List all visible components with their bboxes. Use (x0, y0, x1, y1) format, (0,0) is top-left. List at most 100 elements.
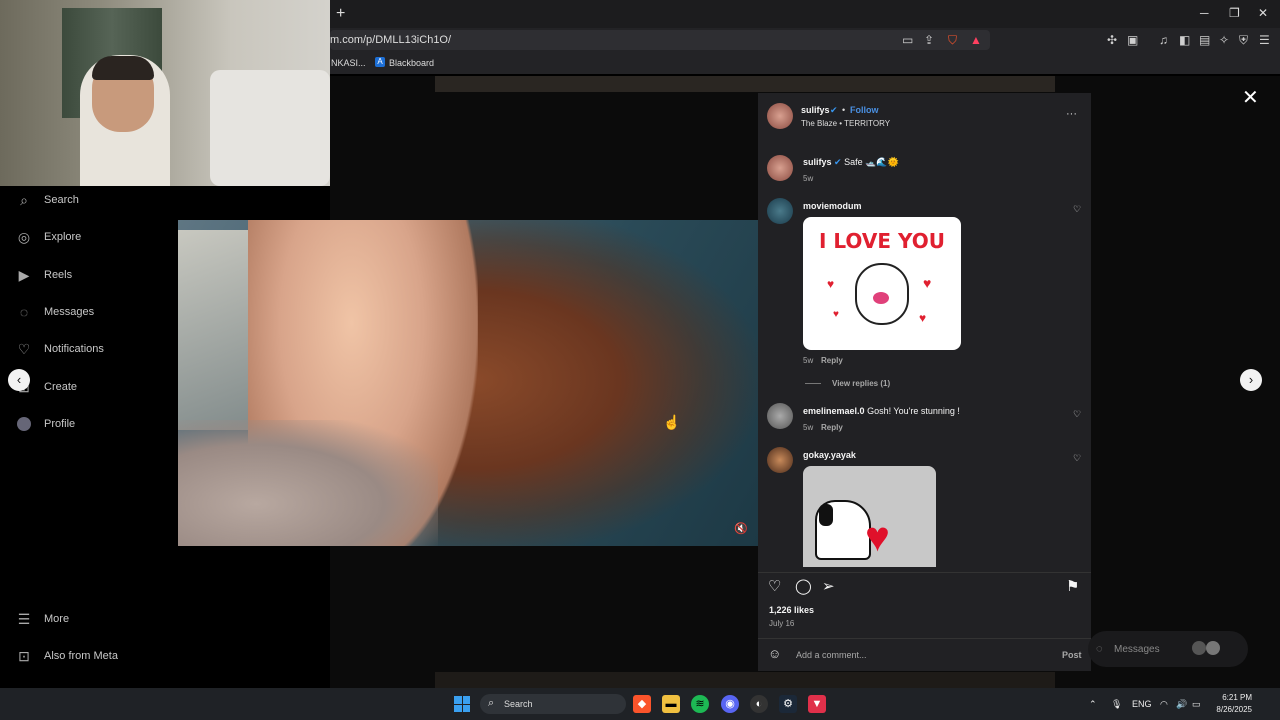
panel-divider (758, 572, 1091, 573)
avatar-icon (16, 416, 32, 432)
taskbar-search[interactable] (480, 694, 626, 714)
comment-body: emelinemael.0 Gosh! You're stunning ! (803, 406, 960, 416)
comment-avatar[interactable] (767, 447, 793, 473)
minimize-button[interactable]: ─ (1200, 6, 1209, 20)
file-explorer-icon[interactable]: ▬ (662, 695, 680, 713)
sidebar-item-notifications[interactable]: ♡ Notifications (16, 339, 104, 359)
tray-overflow-icon[interactable]: ⌃ (1089, 699, 1097, 710)
audio-track[interactable]: The Blaze • TERRITORY (801, 119, 890, 128)
close-modal-button[interactable]: ✕ (1242, 85, 1259, 110)
menu-icon: ☰ (17, 610, 31, 627)
comment-input[interactable]: Add a comment... (796, 650, 867, 660)
extensions-icon[interactable]: ✣ (1107, 33, 1117, 47)
caption-username[interactable]: sulifys (803, 157, 832, 167)
messenger-icon: ◌ (19, 304, 29, 320)
sidebar-item-more[interactable]: ☰ More (16, 609, 69, 629)
author-username[interactable]: sulifys (801, 105, 830, 115)
sidebar-toggle-icon[interactable]: ◧ (1179, 33, 1190, 47)
brave-icon[interactable]: ◆ (633, 695, 651, 713)
microphone-icon[interactable]: 🎙 (1111, 699, 1122, 710)
comment-avatar[interactable] (767, 403, 793, 429)
post-comment-button[interactable]: Post (1062, 650, 1082, 660)
emoji-icon[interactable]: ☺ (768, 646, 781, 661)
url-text[interactable]: m.com/p/DMLL13iCh1O/ (330, 34, 451, 46)
comment-username[interactable]: moviemodum (803, 201, 862, 211)
compass-icon: ◎ (17, 228, 31, 245)
comment-time: 5w (803, 356, 814, 365)
language-indicator[interactable]: ENG (1132, 699, 1152, 709)
follow-button[interactable]: Follow (850, 105, 879, 115)
share-send-icon[interactable]: ➢ (822, 577, 835, 595)
brave-shield-icon[interactable]: ⛉ (948, 33, 957, 48)
vpn-icon[interactable]: ⛨ (1239, 33, 1248, 48)
caption-text: Safe 🛥️🌊🌞 (844, 157, 899, 167)
comment-bubble-icon[interactable]: ◯ (795, 577, 812, 595)
leo-ai-icon[interactable]: ✧ (1219, 33, 1229, 47)
sidebar-item-search[interactable]: ⌕ Search (16, 190, 79, 210)
like-comment-heart-icon[interactable]: ♡ (1073, 453, 1081, 464)
comment-username[interactable]: gokay.yayak (803, 450, 856, 460)
cast-icon[interactable]: ▭ (902, 33, 913, 47)
likes-count[interactable]: 1,226 likes (769, 605, 814, 615)
windows-start-icon[interactable] (454, 696, 470, 712)
verified-badge-icon: ✔ (834, 157, 842, 167)
comment-time: 5w (803, 423, 814, 432)
search-icon: ⌕ (20, 191, 28, 208)
bookmark-blackboard[interactable]: Blackboard (389, 58, 434, 68)
sidebar-item-also-from-meta[interactable]: ⊡ Also from Meta (16, 646, 118, 666)
brave-rewards-icon[interactable]: ▲ (970, 33, 982, 47)
sidebar-item-label: Profile (44, 418, 76, 430)
bookmark-nkasi[interactable]: NKASI... (331, 58, 366, 68)
wallet-icon[interactable]: ▤ (1199, 33, 1210, 47)
sidebar-item-label: Search (44, 194, 79, 206)
spotify-icon[interactable]: ≋ (691, 695, 709, 713)
like-comment-heart-icon[interactable]: ♡ (1073, 204, 1081, 215)
grid-icon: ⊡ (18, 647, 30, 664)
wifi-icon[interactable]: ◠ (1160, 699, 1168, 710)
volume-icon[interactable]: 🔊 (1176, 699, 1187, 710)
reply-button[interactable]: Reply (821, 423, 843, 432)
post-media[interactable] (178, 220, 758, 546)
reels-icon: ▶ (18, 266, 30, 283)
like-comment-heart-icon[interactable]: ♡ (1073, 409, 1081, 420)
save-bookmark-icon[interactable]: ⚑ (1066, 577, 1079, 595)
steam-icon[interactable]: ⚙ (779, 695, 797, 713)
caption-time: 5w (803, 174, 814, 183)
maximize-button[interactable]: ❐ (1229, 6, 1240, 20)
reply-button[interactable]: Reply (821, 356, 843, 365)
new-tab-button[interactable]: + (336, 5, 345, 23)
sidebar-item-explore[interactable]: ◎ Explore (16, 227, 81, 247)
app-icon[interactable]: ◐ (750, 695, 768, 713)
sidebar-item-profile[interactable]: Profile (16, 414, 75, 434)
author-avatar[interactable] (767, 103, 793, 129)
taskbar-search-label: Search (504, 699, 533, 709)
blackboard-icon: A (375, 57, 385, 67)
share-icon[interactable]: ⇪ (924, 33, 934, 47)
next-post-button[interactable]: › (1240, 369, 1262, 391)
more-options-button[interactable]: ··· (1066, 108, 1077, 120)
sidebar-item-messages[interactable]: ◌ Messages (16, 302, 94, 322)
menu-icon[interactable]: ☰ (1259, 33, 1270, 47)
music-icon[interactable]: ♫ (1159, 33, 1168, 47)
close-window-button[interactable]: ✕ (1258, 6, 1268, 20)
search-icon: ⌕ (488, 697, 495, 709)
battery-icon[interactable]: ▭ (1192, 699, 1201, 710)
pocket-icon[interactable]: ▼ (808, 695, 826, 713)
caption-avatar[interactable] (767, 155, 793, 181)
view-replies-button[interactable]: View replies (1) (832, 379, 890, 388)
like-heart-icon[interactable]: ♡ (768, 577, 781, 595)
sidebar-item-label: Also from Meta (44, 650, 118, 662)
sticker-text: I LOVE YOU (818, 229, 945, 253)
previous-post-button[interactable]: ‹ (8, 369, 30, 391)
sidebar-item-reels[interactable]: ▶ Reels (16, 265, 73, 285)
clock-time[interactable]: 6:21 PM (1214, 693, 1252, 702)
reader-icon[interactable]: ▣ (1127, 33, 1138, 47)
clock-date[interactable]: 8/26/2025 (1212, 705, 1252, 714)
discord-icon[interactable]: ◉ (721, 695, 739, 713)
comment-username[interactable]: emelinemael.0 (803, 406, 865, 416)
comment-avatar[interactable] (767, 198, 793, 224)
muted-audio-icon[interactable]: 🔇 (733, 521, 749, 537)
sidebar-item-label: Create (44, 381, 78, 393)
messages-widget[interactable] (1088, 631, 1248, 667)
comment-sticker-snoopy: ♥ (803, 466, 936, 567)
